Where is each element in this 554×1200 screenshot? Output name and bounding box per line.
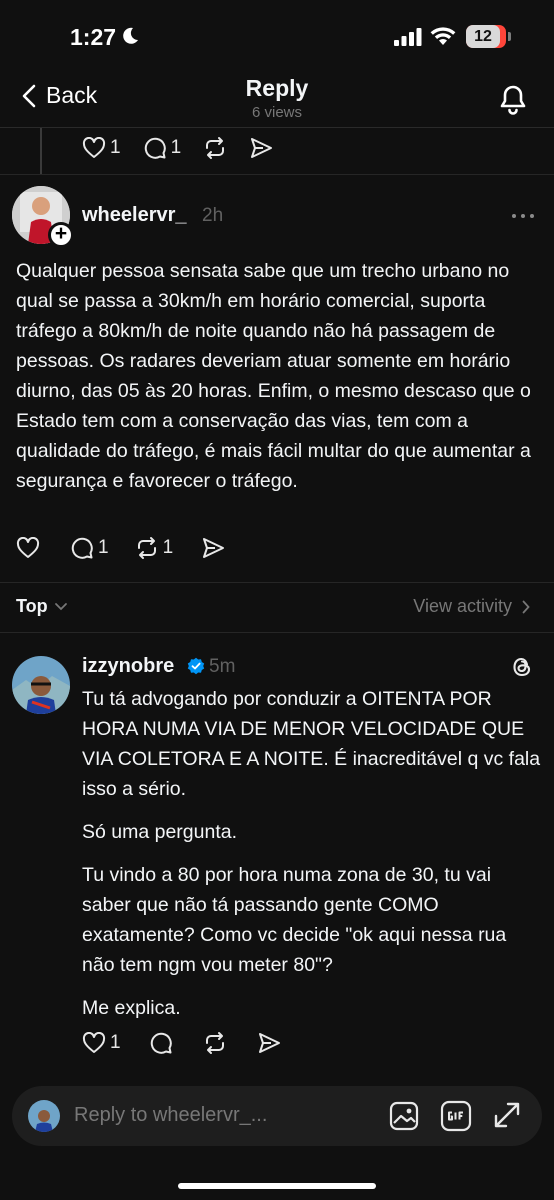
cellular-signal-icon — [394, 28, 422, 46]
heart-icon — [82, 137, 106, 158]
like-count: 1 — [110, 1032, 121, 1053]
like-button[interactable] — [16, 537, 40, 559]
page-title: Reply — [245, 75, 309, 101]
thread-line — [40, 128, 42, 174]
threads-logo-icon[interactable] — [510, 655, 534, 679]
reply-paragraph: Só uma pergunta. — [82, 821, 238, 843]
send-icon — [258, 1033, 280, 1053]
battery-icon: 12 — [466, 25, 506, 48]
share-button[interactable] — [201, 536, 225, 560]
gif-icon[interactable] — [440, 1100, 472, 1132]
status-time: 1:27 — [70, 24, 117, 50]
avatar-image — [28, 1100, 60, 1132]
reply-time: 5m — [209, 656, 236, 677]
post-time: 2h — [202, 205, 224, 226]
parent-post-actions: 1 1 — [82, 136, 295, 160]
repost-icon — [205, 1032, 224, 1054]
battery-level: 12 — [466, 25, 500, 48]
comment-icon — [71, 537, 93, 559]
reply-avatar[interactable] — [12, 656, 70, 714]
verified-badge-icon — [187, 657, 205, 675]
comment-button[interactable]: 1 — [143, 136, 182, 160]
expand-icon[interactable] — [492, 1100, 522, 1130]
sort-label: Top — [16, 596, 48, 616]
comment-button[interactable]: 1 — [70, 536, 109, 560]
divider — [0, 174, 554, 175]
share-button[interactable] — [257, 1031, 281, 1055]
reply-composer[interactable]: Reply to wheelervr_... — [12, 1086, 542, 1146]
reply-username[interactable]: izzynobre — [82, 655, 174, 678]
post-username[interactable]: wheelervr_ — [82, 204, 187, 227]
follow-button[interactable]: + — [48, 222, 74, 248]
share-button[interactable] — [249, 136, 273, 160]
view-activity-link[interactable]: View activity — [413, 596, 530, 617]
post-text: Qualquer pessoa sensata sabe que um trec… — [16, 260, 531, 492]
wifi-icon — [430, 27, 456, 45]
send-icon — [251, 138, 273, 158]
comment-count: 1 — [170, 137, 182, 158]
post-actions: 1 1 — [16, 536, 247, 560]
like-count: 1 — [110, 137, 121, 158]
send-icon — [203, 538, 225, 558]
sort-dropdown[interactable]: Top — [16, 596, 68, 617]
reply-text: Tu tá advogando por conduzir a OITENTA P… — [82, 684, 544, 1036]
comment-count: 1 — [98, 537, 109, 558]
heart-icon — [82, 1032, 106, 1053]
divider — [0, 632, 554, 633]
bell-icon[interactable] — [496, 80, 530, 116]
repost-count: 1 — [162, 537, 174, 558]
avatar-image — [12, 656, 70, 714]
reply-input[interactable]: Reply to wheelervr_... — [74, 1104, 267, 1127]
divider — [0, 582, 554, 583]
heart-icon — [16, 537, 40, 558]
battery-tip — [508, 32, 511, 41]
like-button[interactable]: 1 — [82, 137, 121, 159]
view-count: 6 views — [251, 104, 303, 121]
chevron-down-icon — [54, 602, 67, 610]
home-indicator — [178, 1183, 376, 1189]
reply-paragraph: Me explica. — [82, 997, 181, 1019]
image-icon[interactable] — [388, 1100, 420, 1132]
repost-button[interactable]: 1 — [135, 536, 174, 560]
comment-icon — [150, 1032, 172, 1054]
navigation-bar: Back Reply 6 views — [0, 72, 554, 128]
more-options-button[interactable] — [512, 214, 534, 218]
like-button[interactable]: 1 — [82, 1032, 121, 1054]
status-bar: 1:27 12 — [0, 0, 554, 72]
repost-button[interactable] — [203, 1031, 227, 1055]
view-activity-label: View activity — [413, 596, 512, 616]
reply-paragraph: Tu tá advogando por conduzir a OITENTA P… — [82, 688, 541, 800]
chevron-right-icon — [522, 600, 530, 613]
repost-button[interactable] — [203, 136, 227, 160]
reply-actions: 1 — [82, 1031, 303, 1055]
repost-icon — [137, 537, 156, 559]
comment-icon — [144, 137, 166, 159]
reply-paragraph: Tu vindo a 80 por hora numa zona de 30, … — [82, 864, 507, 976]
composer-avatar — [28, 1100, 60, 1132]
repost-icon — [206, 137, 225, 159]
comment-button[interactable] — [149, 1031, 173, 1055]
moon-icon — [123, 27, 138, 44]
